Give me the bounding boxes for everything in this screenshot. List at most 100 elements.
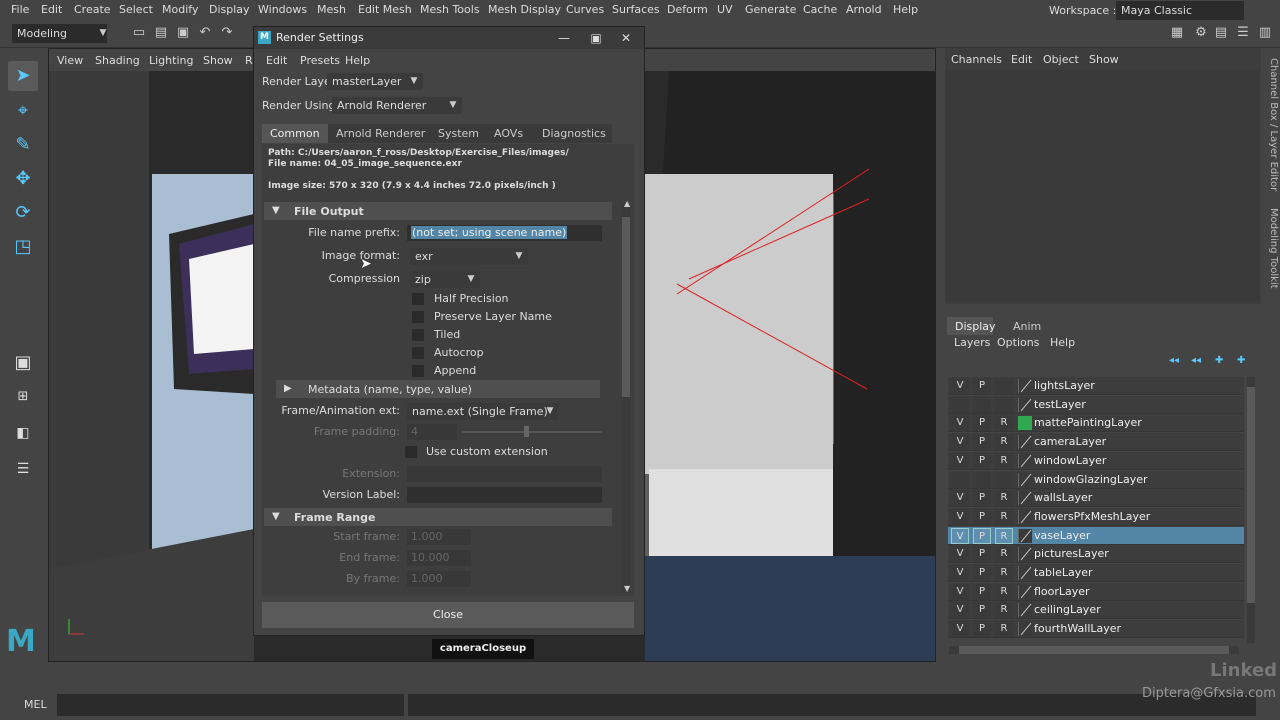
playback-toggle[interactable]: P xyxy=(973,583,991,600)
new-layer-selected-icon[interactable]: ✚ xyxy=(1237,355,1245,366)
visibility-toggle[interactable]: V xyxy=(951,621,969,638)
layer-row[interactable]: V P RfloorLayer xyxy=(948,582,1244,601)
menu-deform[interactable]: Deform xyxy=(667,3,708,16)
shelf-icon[interactable]: ▦ xyxy=(1170,26,1184,40)
menu-create[interactable]: Create xyxy=(74,3,111,16)
new-scene-icon[interactable]: ▭ xyxy=(132,26,146,40)
layer-row[interactable]: windowGlazingLayer xyxy=(948,470,1244,489)
save-scene-icon[interactable]: ▣ xyxy=(176,26,190,40)
by-frame-field[interactable]: 1.000 xyxy=(407,571,471,587)
extension-field[interactable] xyxy=(407,466,602,482)
layer-color-swatch[interactable] xyxy=(1018,603,1032,618)
playback-toggle[interactable]: P xyxy=(973,452,991,469)
layer-color-swatch[interactable] xyxy=(1018,416,1032,431)
preserve-layer-name-checkbox[interactable] xyxy=(412,311,424,323)
file-name-prefix-field[interactable]: (not set; using scene name) xyxy=(407,225,602,241)
frame-padding-slider[interactable] xyxy=(462,431,602,433)
menu-modify[interactable]: Modify xyxy=(162,3,198,16)
workspace-select[interactable]: Maya Classic xyxy=(1116,1,1244,20)
start-frame-field[interactable]: 1.000 xyxy=(407,529,471,545)
layer-color-swatch[interactable] xyxy=(1018,435,1032,450)
visibility-toggle[interactable]: V xyxy=(951,546,969,563)
visibility-toggle[interactable]: V xyxy=(951,602,969,619)
channel-box-icon[interactable]: ▥ xyxy=(1258,26,1272,40)
menu-mesh-tools[interactable]: Mesh Tools xyxy=(420,3,480,16)
reference-toggle[interactable]: R xyxy=(995,452,1013,469)
menu-display[interactable]: Display xyxy=(209,3,250,16)
layer-row[interactable]: testLayer xyxy=(948,395,1244,414)
rotate-tool-icon[interactable]: ⟳ xyxy=(8,198,38,228)
menu-curves[interactable]: Curves xyxy=(566,3,604,16)
reference-toggle[interactable] xyxy=(995,471,1013,488)
rs-menu-edit[interactable]: Edit xyxy=(266,54,287,67)
cb-menu-show[interactable]: Show xyxy=(1089,53,1119,66)
minimize-icon[interactable]: — xyxy=(555,30,573,46)
playback-toggle[interactable]: P xyxy=(973,565,991,581)
image-format-select[interactable]: exr ▼ xyxy=(410,248,528,265)
visibility-toggle[interactable]: V xyxy=(951,415,969,432)
vp-menu-lighting[interactable]: Lighting xyxy=(149,54,193,67)
reference-toggle[interactable]: R xyxy=(995,415,1013,432)
paint-select-icon[interactable]: ✎ xyxy=(8,130,38,160)
layer-color-swatch[interactable] xyxy=(1018,379,1032,393)
reference-toggle[interactable]: R xyxy=(995,621,1013,638)
render-settings-scrollbar[interactable] xyxy=(622,205,630,593)
layer-list-scrollbar[interactable] xyxy=(1247,377,1255,643)
tab-diagnostics[interactable]: Diagnostics xyxy=(542,127,606,140)
scale-tool-icon[interactable]: ◳ xyxy=(8,232,38,262)
reference-toggle[interactable]: R xyxy=(995,508,1013,525)
reference-toggle[interactable]: R xyxy=(995,527,1013,544)
layer-row[interactable]: V P RvaseLayer xyxy=(948,526,1244,545)
new-layer-icon[interactable]: ✚ xyxy=(1215,355,1223,366)
layer-color-swatch[interactable] xyxy=(1018,547,1032,562)
use-custom-extension-checkbox[interactable] xyxy=(405,446,417,458)
scrollbar-thumb[interactable] xyxy=(622,217,630,397)
layer-row[interactable]: V P RfourthWallLayer xyxy=(948,620,1244,639)
menu-file[interactable]: File xyxy=(11,3,29,16)
lasso-tool-icon[interactable]: ⌖ xyxy=(8,96,38,126)
menu-surfaces[interactable]: Surfaces xyxy=(612,3,660,16)
layer-row[interactable]: V PlightsLayer xyxy=(948,377,1244,395)
layer-row[interactable]: V P RcameraLayer xyxy=(948,433,1244,452)
layout-four-icon[interactable]: ⊞ xyxy=(8,382,38,412)
layer-color-swatch[interactable] xyxy=(1018,509,1032,524)
chevron-down-icon[interactable]: ▼ xyxy=(96,26,110,40)
menu-uv[interactable]: UV xyxy=(717,3,733,16)
layer-color-swatch[interactable] xyxy=(1018,566,1032,580)
tool-settings-icon[interactable]: ☰ xyxy=(1236,26,1250,40)
visibility-toggle[interactable]: V xyxy=(951,452,969,469)
open-scene-icon[interactable]: ▤ xyxy=(154,26,168,40)
playback-toggle[interactable]: P xyxy=(973,508,991,525)
visibility-toggle[interactable]: V xyxy=(951,508,969,525)
visibility-toggle[interactable]: V xyxy=(951,490,969,507)
layer-color-swatch[interactable] xyxy=(1018,472,1032,487)
version-label-field[interactable] xyxy=(407,487,602,503)
playback-toggle[interactable]: P xyxy=(973,378,991,394)
close-icon[interactable]: ✕ xyxy=(617,30,635,46)
layer-menu-help[interactable]: Help xyxy=(1050,336,1075,349)
layer-color-swatch[interactable] xyxy=(1018,453,1032,468)
tab-common[interactable]: Common xyxy=(262,124,328,143)
layer-color-swatch[interactable] xyxy=(1018,491,1032,506)
playback-toggle[interactable]: P xyxy=(973,602,991,619)
rs-menu-help[interactable]: Help xyxy=(345,54,370,67)
layer-row[interactable]: V P RwallsLayer xyxy=(948,489,1244,508)
playback-toggle[interactable] xyxy=(973,396,991,413)
mel-label[interactable]: MEL xyxy=(24,698,47,711)
select-tool-icon[interactable]: ➤ xyxy=(8,61,38,91)
menu-cache[interactable]: Cache xyxy=(803,3,837,16)
render-layer-select[interactable]: masterLayer ▼ xyxy=(327,73,423,90)
move-tool-icon[interactable]: ✥ xyxy=(8,164,38,194)
menu-arnold[interactable]: Arnold xyxy=(846,3,882,16)
layer-row[interactable]: V P RwindowLayer xyxy=(948,451,1244,470)
close-button[interactable]: Close xyxy=(262,602,634,628)
maximize-icon[interactable]: ▣ xyxy=(587,30,605,46)
menu-generate[interactable]: Generate xyxy=(745,3,796,16)
layer-list-hscrollbar[interactable] xyxy=(949,646,1239,654)
scroll-up-icon[interactable]: ▲ xyxy=(624,199,630,208)
playback-toggle[interactable]: P xyxy=(973,621,991,638)
visibility-toggle[interactable]: V xyxy=(951,378,969,394)
layer-color-swatch[interactable] xyxy=(1018,584,1032,599)
redo-icon[interactable]: ↷ xyxy=(220,26,234,40)
scroll-down-icon[interactable]: ▼ xyxy=(624,584,630,593)
